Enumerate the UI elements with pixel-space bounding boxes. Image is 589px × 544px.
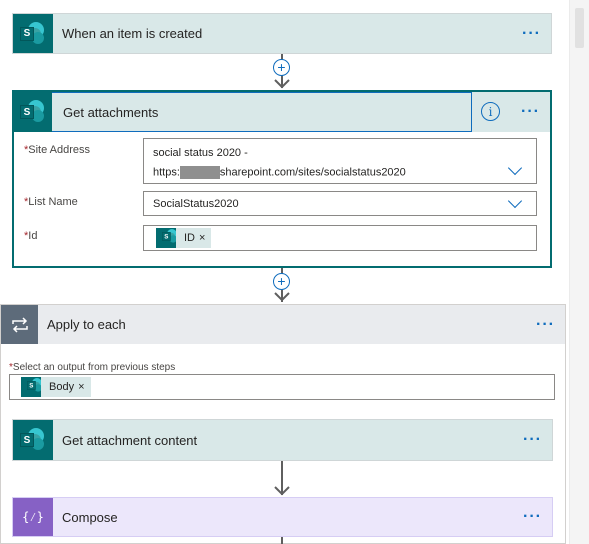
connector-arrow <box>274 486 290 496</box>
sharepoint-icon: S <box>14 92 52 132</box>
connector-arrow <box>274 292 290 302</box>
connector-line <box>281 537 283 544</box>
scrollbar-thumb[interactable] <box>575 8 584 48</box>
scrollbar-track[interactable] <box>569 0 589 544</box>
apply-to-each-card[interactable]: Apply to each ··· *Select an output from… <box>0 304 566 544</box>
redacted-block <box>179 166 220 179</box>
compose-title: Compose <box>62 509 118 525</box>
sharepoint-icon: S <box>21 377 41 397</box>
trigger-menu-button[interactable]: ··· <box>522 14 541 53</box>
info-icon[interactable]: i <box>481 102 500 121</box>
compose-card[interactable]: {⁄} Compose ··· <box>12 497 553 537</box>
id-input[interactable]: S ID × <box>143 225 537 251</box>
select-output-label: *Select an output from previous steps <box>9 362 176 373</box>
trigger-title: When an item is created <box>62 26 203 41</box>
body-token[interactable]: S Body × <box>21 377 91 397</box>
list-name-label: *List Name <box>24 196 78 208</box>
remove-token-button[interactable]: × <box>199 232 211 244</box>
remove-token-button[interactable]: × <box>78 381 90 393</box>
get-attachment-content-menu-button[interactable]: ··· <box>523 420 542 460</box>
id-token[interactable]: S ID × <box>156 228 212 248</box>
connector-arrow <box>274 79 290 89</box>
compose-icon: {⁄} <box>13 498 53 536</box>
site-address-line2: https: sharepoint.com/sites/socialstatus2… <box>153 166 406 179</box>
add-step-button[interactable]: + <box>273 59 290 76</box>
add-step-button[interactable]: + <box>273 273 290 290</box>
trigger-card[interactable]: S When an item is created ··· <box>12 13 552 54</box>
get-attachments-header[interactable]: S Get attachments i ··· <box>14 92 550 132</box>
site-address-dropdown[interactable]: social status 2020 - https: sharepoint.co… <box>143 138 537 184</box>
loop-icon <box>1 305 38 344</box>
apply-to-each-title: Apply to each <box>47 317 126 332</box>
sharepoint-icon: S <box>13 14 53 53</box>
get-attachments-title-input[interactable]: Get attachments <box>52 92 472 132</box>
get-attachments-menu-button[interactable]: ··· <box>521 92 540 132</box>
id-label: *Id <box>24 230 38 242</box>
site-address-line1: social status 2020 - <box>153 147 248 159</box>
get-attachment-content-card[interactable]: S Get attachment content ··· <box>12 419 553 461</box>
apply-to-each-header[interactable]: Apply to each ··· <box>1 305 565 344</box>
list-name-value: SocialStatus2020 <box>153 198 239 210</box>
id-token-label: ID <box>184 232 195 244</box>
body-token-label: Body <box>49 381 75 393</box>
compose-menu-button[interactable]: ··· <box>523 498 542 536</box>
get-attachment-content-title: Get attachment content <box>62 432 198 448</box>
list-name-dropdown[interactable]: SocialStatus2020 <box>143 191 537 216</box>
sharepoint-icon: S <box>13 420 53 460</box>
sharepoint-icon: S <box>156 228 176 248</box>
chevron-down-icon[interactable] <box>507 193 523 209</box>
apply-to-each-menu-button[interactable]: ··· <box>536 305 555 344</box>
select-output-input[interactable]: S Body × <box>9 374 555 400</box>
site-address-label: *Site Address <box>24 144 91 156</box>
get-attachments-card[interactable]: S Get attachments i ··· *Site Address so… <box>12 90 552 268</box>
chevron-down-icon[interactable] <box>507 160 523 176</box>
